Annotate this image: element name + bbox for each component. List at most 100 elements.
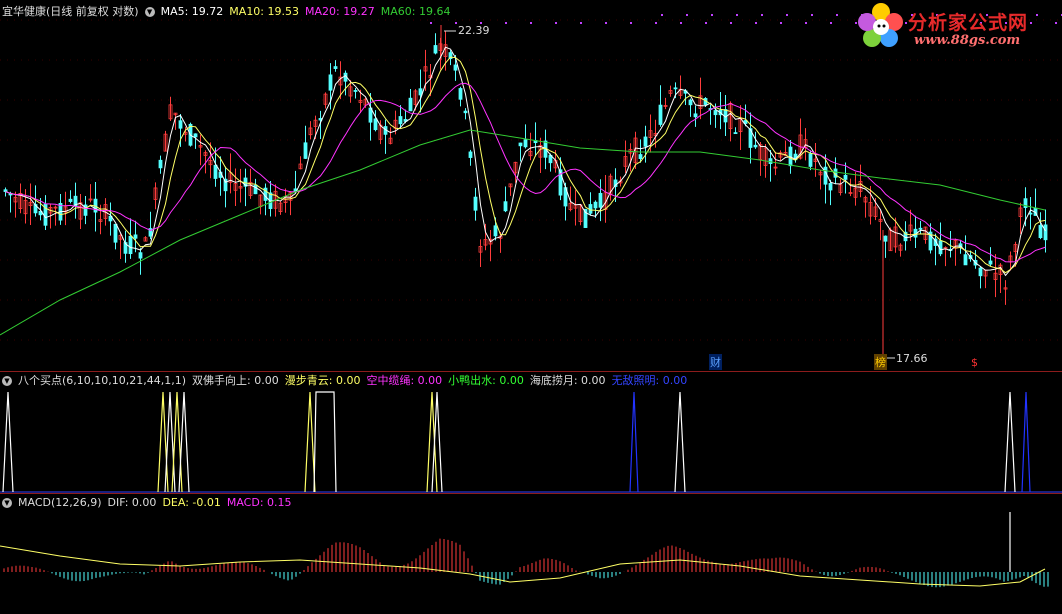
- stock-chart-window: 宜华健康(日线 前复权 对数) ▼ MA5: 19.72 MA10: 19.53…: [0, 0, 1062, 614]
- signal-dot: [680, 22, 682, 24]
- ma5-value: MA5: 19.72: [160, 5, 224, 18]
- buy-signal-spike: [178, 391, 190, 493]
- candle-body: [963, 254, 968, 266]
- candle-body: [593, 201, 598, 209]
- main-header: 宜华健康(日线 前复权 对数) ▼ MA5: 19.72 MA10: 19.53…: [2, 5, 450, 18]
- candle-body: [523, 139, 528, 148]
- watermark-logo: 分析家公式网 www.88gs.com: [856, 2, 1056, 52]
- candle-body: [733, 132, 738, 135]
- buy-signal-spike: [164, 391, 176, 493]
- candle-body: [133, 234, 138, 239]
- candlestick-chart[interactable]: [0, 0, 1062, 372]
- signal-dot: [836, 14, 838, 16]
- chevron-down-icon[interactable]: ▼: [144, 6, 155, 17]
- candle-body: [468, 151, 473, 158]
- candle-body: [1038, 225, 1043, 239]
- buy-signal-spike: [629, 391, 639, 493]
- watermark-title: 分析家公式网: [908, 12, 1029, 34]
- signal-value-5: 海底捞月: 0.00: [529, 374, 606, 387]
- candle-body: [68, 198, 73, 202]
- signal-value-3: 空中缆绳: 0.00: [366, 374, 443, 387]
- signal-dot: [430, 22, 432, 24]
- ma60-value: MA60: 19.64: [380, 5, 451, 18]
- candle-body: [638, 154, 643, 159]
- candle-body: [458, 88, 463, 100]
- signal-dot: [686, 14, 688, 16]
- event-mark-cai[interactable]: 财: [709, 354, 722, 370]
- buy-signal-spike: [304, 391, 316, 493]
- signal-dot: [705, 22, 707, 24]
- candle-body: [433, 45, 438, 54]
- candle-body: [808, 153, 813, 167]
- price-pane[interactable]: 宜华健康(日线 前复权 对数) ▼ MA5: 19.72 MA10: 19.53…: [0, 0, 1062, 372]
- macd-name: MACD(12,26,9): [18, 496, 102, 509]
- buy-signal-spike: [171, 391, 183, 493]
- macd-chart[interactable]: [0, 494, 1062, 614]
- buy-signal-spike: [313, 391, 337, 493]
- candle-body: [988, 260, 993, 265]
- candle-body: [418, 88, 423, 96]
- signal-dot: [761, 14, 763, 16]
- event-mark-bang[interactable]: 榜: [874, 354, 887, 370]
- event-mark-dollar[interactable]: $: [971, 356, 978, 369]
- signal-dot: [711, 14, 713, 16]
- candle-body: [303, 142, 308, 159]
- candle-body: [328, 74, 333, 91]
- signal-dot: [555, 22, 557, 24]
- buy-signal-pane[interactable]: ▼ 八个买点(6,10,10,10,21,44,1,1) 双佛手向上: 0.00…: [0, 372, 1062, 494]
- candle-body: [673, 87, 678, 90]
- candle-body: [453, 64, 458, 71]
- buy-signal-spike: [157, 391, 169, 493]
- candle-body: [688, 99, 693, 106]
- dif-value: DIF: 0.00: [107, 496, 157, 509]
- flower-logo-icon: [858, 3, 903, 47]
- signal-dot: [505, 22, 507, 24]
- candle-body: [598, 192, 603, 208]
- signal-dot: [736, 14, 738, 16]
- stock-title: 宜华健康(日线 前复权 对数): [2, 5, 139, 18]
- signal-dot: [580, 22, 582, 24]
- buy-signal-spike: [426, 391, 438, 493]
- signal-dot: [780, 22, 782, 24]
- candle-body: [883, 235, 888, 242]
- candle-body: [193, 133, 198, 138]
- macd-pane[interactable]: ▼ MACD(12,26,9) DIF: 0.00 DEA: -0.01 MAC…: [0, 494, 1062, 614]
- candle-body: [213, 164, 218, 179]
- signal-dot: [805, 22, 807, 24]
- dea-line: [0, 545, 1046, 587]
- signal-dot: [661, 14, 663, 16]
- candle-body: [518, 142, 523, 147]
- watermark-url: www.88gs.com: [914, 33, 1021, 48]
- candle-body: [1028, 212, 1033, 215]
- candle-body: [113, 223, 118, 243]
- signal-dot: [755, 22, 757, 24]
- candle-body: [918, 227, 923, 230]
- signal-dot: [786, 14, 788, 16]
- candle-body: [713, 110, 718, 116]
- signal-dot: [655, 22, 657, 24]
- signal-value-4: 小鸭出水: 0.00: [448, 374, 524, 387]
- candle-body: [978, 267, 983, 277]
- candle-body: [138, 252, 143, 259]
- candle-body: [843, 174, 848, 180]
- signal-dot: [605, 22, 607, 24]
- candle-body: [473, 196, 478, 211]
- candle-body: [503, 201, 508, 212]
- macd-value: MACD: 0.15: [226, 496, 292, 509]
- candle-body: [753, 144, 758, 148]
- low-price-label: 17.66: [896, 352, 928, 365]
- candle-body: [158, 159, 163, 169]
- candle-body: [178, 120, 183, 129]
- candle-body: [493, 225, 498, 237]
- candle-body: [353, 90, 358, 92]
- candle-body: [333, 66, 338, 69]
- chevron-down-icon[interactable]: ▼: [2, 497, 12, 508]
- candle-body: [693, 113, 698, 118]
- signal-value-1: 双佛手向上: 0.00: [192, 374, 279, 387]
- buy-signal-chart[interactable]: [0, 372, 1062, 494]
- chevron-down-icon[interactable]: ▼: [2, 375, 12, 386]
- candle-body: [408, 97, 413, 112]
- indicator-name: 八个买点(6,10,10,10,21,44,1,1): [18, 374, 187, 387]
- signal-value-6: 无敌照明: 0.00: [611, 374, 688, 387]
- candle-body: [128, 235, 133, 255]
